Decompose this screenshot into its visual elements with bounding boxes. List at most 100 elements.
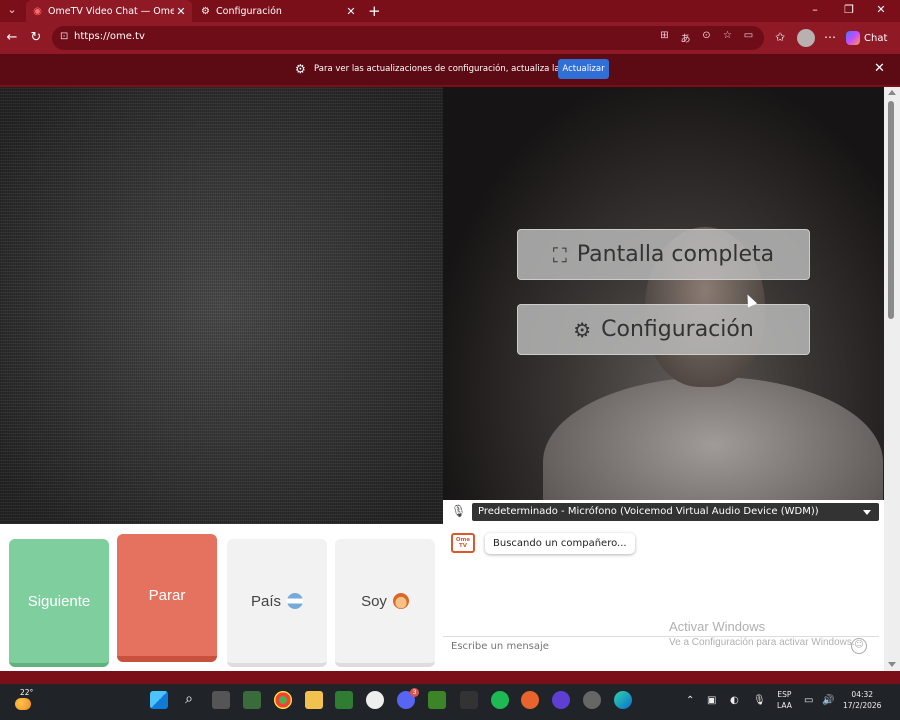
fullscreen-label: Pantalla completa bbox=[576, 242, 775, 267]
voicemod-icon[interactable] bbox=[521, 691, 539, 709]
more-options-icon[interactable]: ⋯ bbox=[822, 30, 838, 44]
minimize-icon[interactable]: – bbox=[807, 3, 823, 16]
ometv-favicon-icon: ◉ bbox=[33, 5, 42, 17]
next-button[interactable]: Siguiente bbox=[9, 539, 109, 667]
edge-icon[interactable] bbox=[614, 691, 632, 709]
infobar-message: Para ver las actualizaciones de configur… bbox=[314, 64, 592, 74]
new-tab-button[interactable]: + bbox=[368, 2, 381, 20]
tab-bar: ⌄ ◉ OmeTV Video Chat — Omegle ✕ ⚙ Config… bbox=[0, 0, 900, 22]
chrome-icon[interactable] bbox=[274, 691, 292, 709]
time: 04:32 bbox=[851, 690, 874, 699]
back-arrow-icon[interactable]: ← bbox=[4, 30, 20, 45]
chat-controls: Siguiente Parar País Soy bbox=[0, 524, 443, 671]
scroll-up-icon[interactable] bbox=[888, 90, 896, 95]
volume-icon[interactable]: 🔊 bbox=[822, 695, 834, 706]
activate-windows-title: Activar Windows bbox=[669, 619, 766, 634]
discord-badge: 3 bbox=[410, 688, 419, 697]
microphone-tray-icon[interactable]: 🎙 bbox=[753, 695, 766, 706]
tray-app-icon-2[interactable]: ◐ bbox=[730, 695, 739, 706]
chat-button-label: Chat bbox=[864, 32, 888, 44]
lang-line-1: ESP bbox=[777, 690, 792, 699]
file-explorer-icon[interactable] bbox=[305, 691, 323, 709]
chat-status-message: Buscando un compañero... bbox=[485, 533, 635, 554]
app-icon-1[interactable] bbox=[243, 691, 261, 709]
tab-actions-icon[interactable]: ⌄ bbox=[4, 3, 20, 19]
microphone-bar: 🎙 Predeterminado - Micrófono (Voicemod V… bbox=[443, 500, 884, 524]
page-content: ⛶ Pantalla completa ⚙ Configuración 🎙 Pr… bbox=[0, 87, 884, 671]
address-bar[interactable]: ⊡ https://ome.tv ⊞ あ ⊙ ☆ ▭ bbox=[52, 26, 764, 50]
tab-title: Configuración bbox=[216, 5, 282, 17]
app-icon-4[interactable] bbox=[552, 691, 570, 709]
address-bar-actions: ⊞ あ ⊙ ☆ ▭ bbox=[657, 30, 756, 45]
microphone-icon: 🎙 bbox=[451, 504, 467, 518]
microphone-select[interactable]: Predeterminado - Micrófono (Voicemod Vir… bbox=[472, 503, 879, 521]
windows-taskbar: 22° ⌕ 3 ⌃ ▣ ◐ 🎙 ESP LAA ▭ 🔊 04:32 17/2/2… bbox=[0, 684, 900, 720]
lang-line-2: LAA bbox=[777, 701, 792, 710]
gender-button[interactable]: Soy bbox=[335, 539, 435, 667]
favorites-icon[interactable]: ✩ bbox=[772, 30, 788, 44]
app-icon-3[interactable] bbox=[460, 691, 478, 709]
show-hidden-icons-icon[interactable]: ⌃ bbox=[686, 695, 694, 706]
close-infobar-icon[interactable]: ✕ bbox=[874, 61, 885, 76]
emoji-icon[interactable]: ☺ bbox=[851, 638, 867, 654]
scroll-down-icon[interactable] bbox=[888, 662, 896, 667]
country-button[interactable]: País bbox=[227, 539, 327, 667]
scroll-thumb[interactable] bbox=[888, 101, 894, 319]
app-icon-2[interactable] bbox=[335, 691, 353, 709]
fullscreen-icon: ⛶ bbox=[552, 242, 567, 267]
tab-configuracion[interactable]: ⚙ Configuración ✕ bbox=[194, 0, 362, 22]
ometv-logo: Ome TV bbox=[451, 533, 475, 553]
system-clock[interactable]: 04:32 17/2/2026 bbox=[843, 689, 881, 711]
page-scrollbar[interactable] bbox=[884, 87, 900, 671]
gear-icon: ⚙ bbox=[201, 5, 210, 17]
profile-avatar[interactable] bbox=[797, 29, 815, 47]
restore-icon[interactable]: ❐ bbox=[841, 3, 857, 16]
favorite-star-icon[interactable]: ☆ bbox=[720, 30, 735, 45]
tracking-prevention-icon[interactable]: ⊙ bbox=[699, 30, 714, 45]
weather-widget[interactable]: 22° bbox=[13, 687, 37, 717]
gear-icon: ⚙ bbox=[573, 317, 592, 342]
weather-icon bbox=[15, 698, 31, 710]
site-info-icon[interactable]: ⊡ bbox=[60, 31, 72, 43]
settings-button[interactable]: ⚙ Configuración bbox=[517, 304, 810, 355]
spotify-icon[interactable] bbox=[491, 691, 509, 709]
close-tab-icon[interactable]: ✕ bbox=[344, 5, 358, 18]
reload-icon[interactable]: ↻ bbox=[28, 30, 44, 45]
tray-app-icon[interactable]: ▣ bbox=[707, 695, 716, 706]
message-input[interactable] bbox=[443, 636, 879, 656]
microphone-selected-value: Predeterminado - Micrófono (Voicemod Vir… bbox=[478, 506, 819, 517]
url-text[interactable]: https://ome.tv bbox=[74, 31, 145, 42]
search-icon[interactable]: ⌕ bbox=[180, 691, 198, 709]
stop-button[interactable]: Parar bbox=[117, 534, 217, 662]
update-infobar: ⚙ Para ver las actualizaciones de config… bbox=[0, 54, 900, 86]
gender-label: Soy bbox=[361, 592, 387, 610]
copilot-chat-button[interactable]: Chat bbox=[846, 27, 894, 49]
copilot-icon bbox=[846, 31, 860, 45]
chat-panel: Ome TV Buscando un compañero... Activar … bbox=[443, 524, 884, 671]
boy-emoji-icon bbox=[392, 593, 409, 609]
task-view-icon[interactable] bbox=[212, 691, 230, 709]
app-available-icon[interactable]: ⊞ bbox=[657, 30, 672, 45]
camera-permission-icon[interactable]: ▭ bbox=[741, 30, 756, 45]
start-windows-icon[interactable] bbox=[150, 691, 168, 709]
close-tab-icon[interactable]: ✕ bbox=[174, 5, 188, 18]
stranger-video-static bbox=[0, 87, 443, 524]
fullscreen-button[interactable]: ⛶ Pantalla completa bbox=[517, 229, 810, 280]
minecraft-icon[interactable] bbox=[428, 691, 446, 709]
date: 17/2/2026 bbox=[843, 701, 882, 710]
app-icon-5[interactable] bbox=[583, 691, 601, 709]
navigation-bar: ← ↻ ⊡ https://ome.tv ⊞ あ ⊙ ☆ ▭ ✩ ⋯ Chat bbox=[0, 22, 900, 54]
argentina-flag-icon bbox=[287, 593, 303, 609]
discord-icon[interactable]: 3 bbox=[397, 688, 419, 709]
logo-line-2: TV bbox=[458, 543, 467, 549]
update-button[interactable]: Actualizar bbox=[558, 59, 609, 79]
tab-title: OmeTV Video Chat — Omegle bbox=[48, 5, 174, 17]
input-language[interactable]: ESP LAA bbox=[777, 689, 792, 711]
dropdown-caret-icon bbox=[863, 510, 871, 515]
country-label: País bbox=[250, 592, 281, 610]
tab-ometv[interactable]: ◉ OmeTV Video Chat — Omegle ✕ bbox=[26, 0, 192, 22]
translate-icon[interactable]: あ bbox=[678, 30, 693, 45]
network-icon[interactable]: ▭ bbox=[804, 695, 813, 706]
clock-app-icon[interactable] bbox=[366, 691, 384, 709]
close-window-icon[interactable]: ✕ bbox=[873, 3, 889, 16]
